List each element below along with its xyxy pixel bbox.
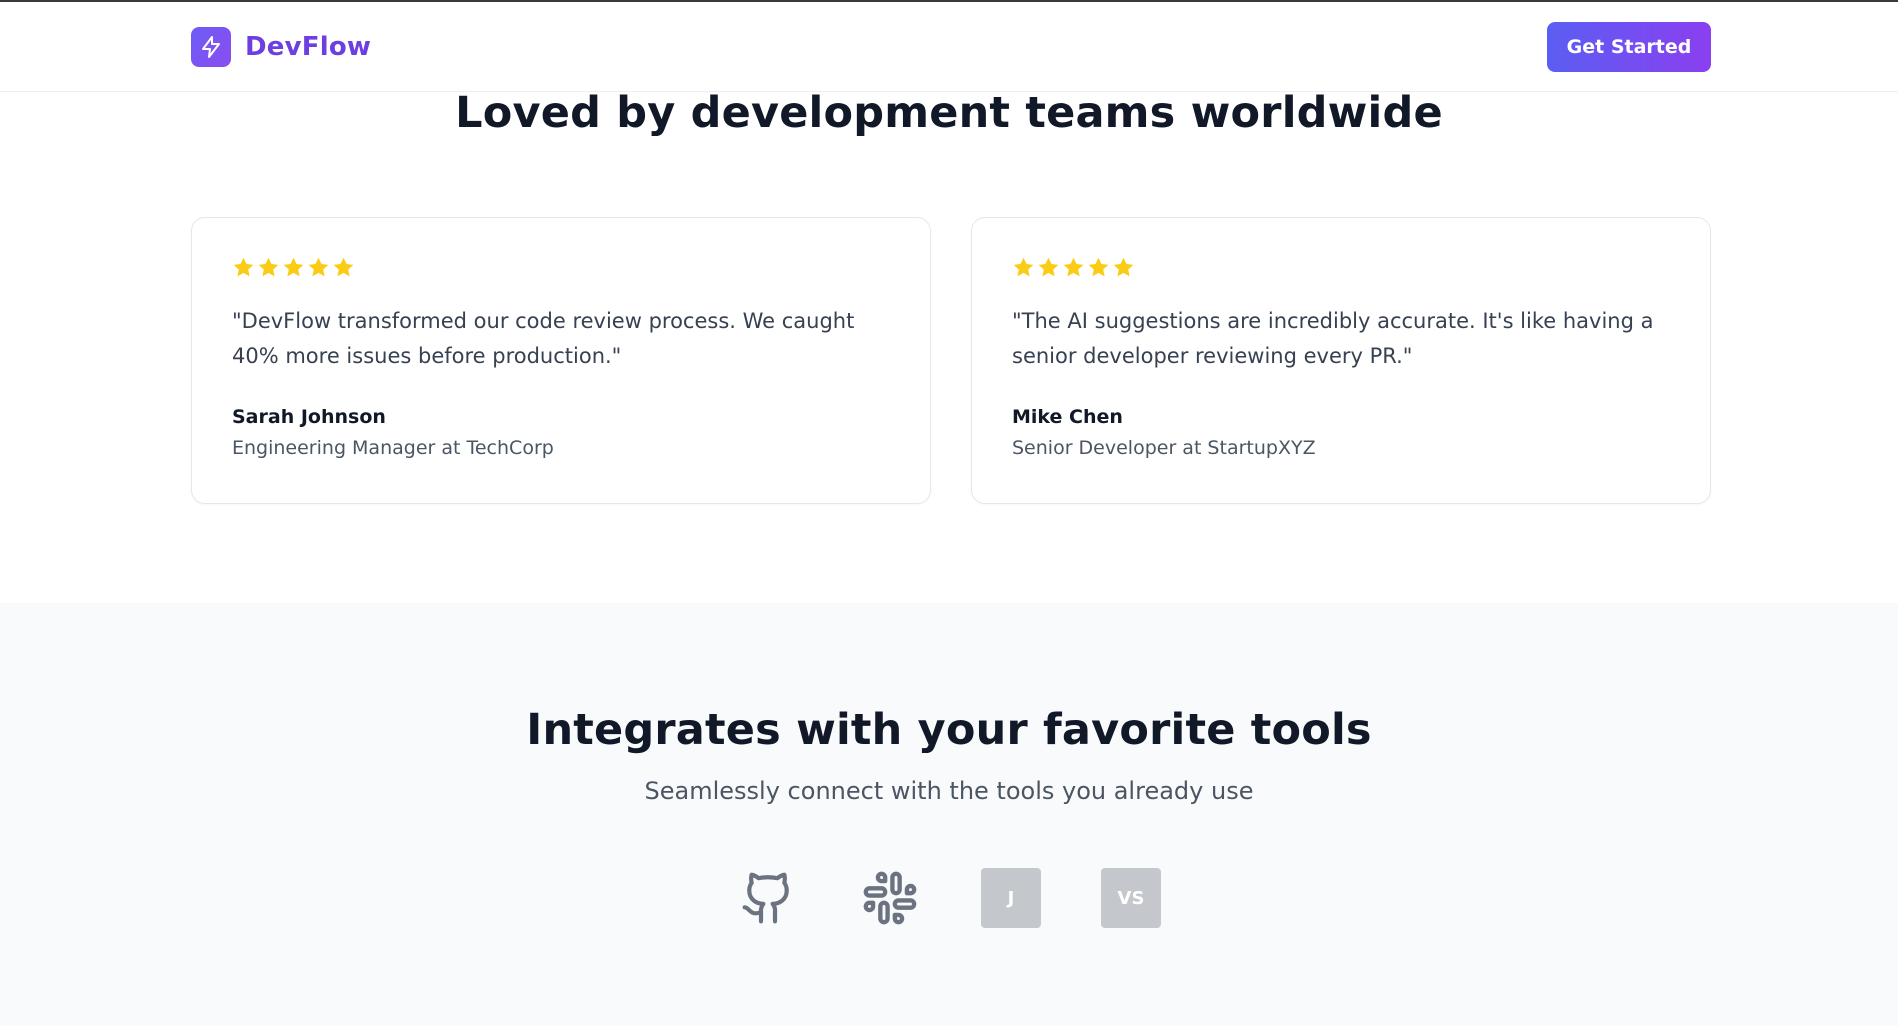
testimonial-quote: "The AI suggestions are incredibly accur… bbox=[1012, 309, 1654, 368]
get-started-button[interactable]: Get Started bbox=[1547, 22, 1711, 72]
testimonial-quote: "DevFlow transformed our code review pro… bbox=[232, 309, 855, 368]
integrations-title: Integrates with your favorite tools bbox=[526, 705, 1372, 755]
testimonial-role: Engineering Manager at TechCorp bbox=[232, 437, 554, 459]
slack-integration[interactable] bbox=[860, 868, 920, 928]
vscode-icon: VS bbox=[1101, 868, 1161, 928]
brand[interactable]: DevFlow bbox=[191, 27, 371, 67]
star-icon bbox=[1088, 257, 1109, 277]
star-icon bbox=[1038, 257, 1059, 277]
star-icon bbox=[283, 257, 304, 277]
navbar: DevFlow Get Started bbox=[0, 2, 1898, 92]
jira-integration[interactable]: J bbox=[981, 868, 1041, 928]
testimonials-title: Loved by development teams worldwide bbox=[455, 88, 1443, 138]
integrations-subtitle: Seamlessly connect with the tools you al… bbox=[644, 777, 1254, 805]
star-rating bbox=[1012, 256, 1135, 279]
jira-icon: J bbox=[981, 868, 1041, 928]
github-icon bbox=[742, 872, 789, 924]
vscode-integration[interactable]: VS bbox=[1101, 868, 1161, 928]
integrations-section: Integrates with your favorite tools Seam… bbox=[0, 603, 1898, 1026]
testimonial-card: "DevFlow transformed our code review pro… bbox=[191, 217, 931, 504]
star-icon bbox=[308, 257, 329, 277]
lightning-bolt-icon bbox=[191, 27, 231, 67]
testimonial-card: "The AI suggestions are incredibly accur… bbox=[971, 217, 1711, 504]
star-icon bbox=[1013, 257, 1034, 277]
star-rating bbox=[232, 256, 355, 279]
star-icon bbox=[258, 257, 279, 277]
star-icon bbox=[333, 257, 354, 277]
star-icon bbox=[233, 257, 254, 277]
star-icon bbox=[1063, 257, 1084, 277]
testimonial-author: Sarah Johnson bbox=[232, 406, 386, 428]
testimonial-role: Senior Developer at StartupXYZ bbox=[1012, 437, 1316, 459]
slack-icon bbox=[863, 871, 917, 925]
star-icon bbox=[1113, 257, 1134, 277]
github-integration[interactable] bbox=[738, 868, 798, 928]
brand-name: DevFlow bbox=[245, 32, 372, 62]
testimonial-author: Mike Chen bbox=[1012, 406, 1123, 428]
